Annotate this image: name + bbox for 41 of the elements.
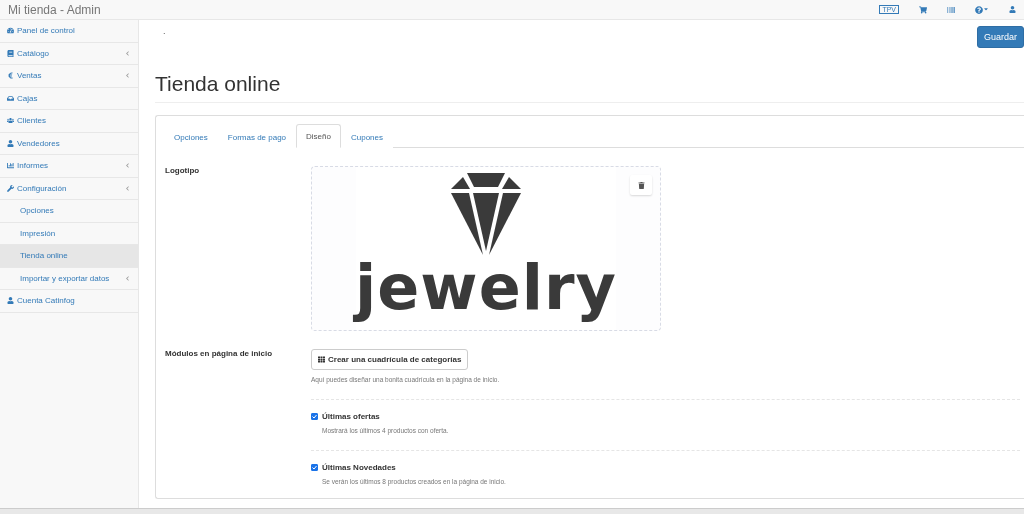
sidebar-item[interactable]: Ventas [0,65,138,88]
field-label: Módulos en página de inicio [164,349,274,360]
user-icon [7,139,14,147]
grid-icon [318,356,325,363]
checkbox[interactable] [311,413,318,420]
sidebar-item[interactable]: Cuenta Catinfog [0,290,138,313]
user-icon [7,297,14,305]
bar-chart-icon [7,162,14,170]
book-icon [7,49,14,57]
sidebar-item[interactable]: Opciones [0,200,138,223]
dashboard-icon [7,27,14,35]
sidebar-item[interactable]: Configuración [0,177,138,200]
sidebar-item[interactable]: Vendedores [0,132,138,155]
delete-button[interactable] [630,175,652,195]
sidebar-item[interactable]: Informes [0,155,138,178]
barcode-icon[interactable] [947,5,955,14]
page-title: Tienda online [155,72,1024,103]
wrench-icon [7,184,14,192]
save-button[interactable]: Guardar [976,26,1024,48]
sidebar-item[interactable]: Clientes [0,110,138,133]
tab[interactable]: Diseño [296,124,341,148]
field-label: Logotipo [164,166,201,177]
sidebar-item[interactable]: Cajas [0,87,138,110]
breadcrumb: . [163,26,166,38]
help-icon[interactable] [975,5,989,14]
checkbox-label: Últimas ofertas [322,412,380,421]
sidebar-item[interactable]: Panel de control [0,20,138,43]
sidebar-item[interactable]: Importar y exportar datos [0,267,138,290]
sidebar-item[interactable]: Tienda online [0,245,138,268]
user-icon[interactable] [1009,6,1016,13]
cart-icon[interactable] [919,5,927,14]
checkbox[interactable] [311,464,318,471]
logo-dropzone[interactable]: jewelry [311,166,661,331]
diamond-icon [451,173,521,257]
checkbox-label: Últimas Novedades [322,463,396,472]
users-icon [7,117,14,125]
grid-button[interactable]: Crear una cuadrícula de categorías [311,349,469,370]
trash-icon [637,181,645,189]
sidebar-item[interactable]: Catálogo [0,42,138,65]
inbox-icon [7,94,14,102]
app-title: Mi tienda - Admin [8,2,102,17]
